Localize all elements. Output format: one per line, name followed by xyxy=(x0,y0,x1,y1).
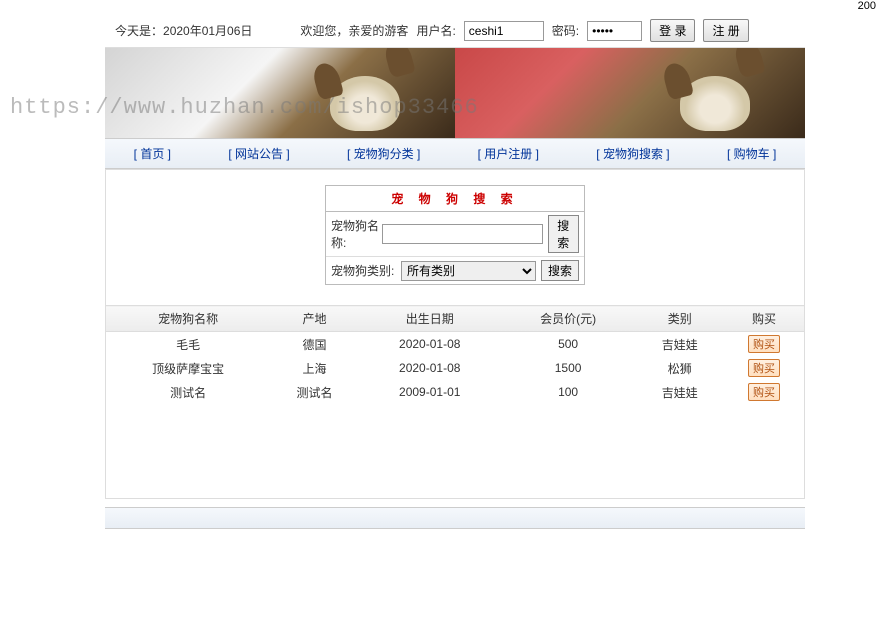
search-name-input[interactable] xyxy=(382,224,543,244)
footer-bar xyxy=(105,507,805,529)
td-birth: 2020-01-08 xyxy=(359,356,501,380)
nav-bar: [ 首页 ] [ 网站公告 ] [ 宠物狗分类 ] [ 用户注册 ] [ 宠物狗… xyxy=(105,138,805,169)
password-label: 密码: xyxy=(552,22,579,39)
banner-right-image xyxy=(455,48,805,138)
td-birth: 2009-01-01 xyxy=(359,380,501,404)
login-button[interactable]: 登 录 xyxy=(650,19,695,42)
td-price: 1500 xyxy=(501,356,636,380)
td-origin: 上海 xyxy=(270,356,358,380)
td-buy: 购买 xyxy=(724,332,804,357)
dog-image-left xyxy=(305,58,425,138)
td-buy: 购买 xyxy=(724,356,804,380)
dog-image-right xyxy=(655,58,775,138)
table-header-row: 宠物狗名称 产地 出生日期 会员价(元) 类别 购买 xyxy=(106,306,804,332)
td-name: 顶级萨摩宝宝 xyxy=(106,356,270,380)
buy-button[interactable]: 购买 xyxy=(748,359,780,377)
username-input[interactable] xyxy=(464,21,544,41)
search-box: 宠 物 狗 搜 索 宠物狗名称: 搜索 宠物狗类别: 所有类别 搜索 xyxy=(325,185,585,285)
search-name-label: 宠物狗名称: xyxy=(331,217,382,251)
td-category: 吉娃娃 xyxy=(635,332,723,357)
td-buy: 购买 xyxy=(724,380,804,404)
content-area: 宠 物 狗 搜 索 宠物狗名称: 搜索 宠物狗类别: 所有类别 搜索 宠物狗名称… xyxy=(105,169,805,499)
nav-search[interactable]: [ 宠物狗搜索 ] xyxy=(596,145,669,162)
date-label: 今天是： xyxy=(115,24,163,38)
nav-announcements[interactable]: [ 网站公告 ] xyxy=(228,145,289,162)
td-name: 测试名 xyxy=(106,380,270,404)
td-origin: 测试名 xyxy=(270,380,358,404)
search-type-select[interactable]: 所有类别 xyxy=(401,261,536,281)
results-table: 宠物狗名称 产地 出生日期 会员价(元) 类别 购买 毛毛德国2020-01-0… xyxy=(106,305,804,404)
td-category: 吉娃娃 xyxy=(635,380,723,404)
td-price: 500 xyxy=(501,332,636,357)
password-input[interactable] xyxy=(587,21,642,41)
nav-home[interactable]: [ 首页 ] xyxy=(134,145,171,162)
td-birth: 2020-01-08 xyxy=(359,332,501,357)
th-birth: 出生日期 xyxy=(359,306,501,332)
th-origin: 产地 xyxy=(270,306,358,332)
td-name: 毛毛 xyxy=(106,332,270,357)
search-title: 宠 物 狗 搜 索 xyxy=(326,186,584,212)
banner xyxy=(105,48,805,138)
td-price: 100 xyxy=(501,380,636,404)
td-category: 松狮 xyxy=(635,356,723,380)
username-label: 用户名: xyxy=(416,22,455,39)
main-container: 今天是：2020年01月06日 欢迎您，亲爱的游客 用户名: 密码: 登 录 注… xyxy=(105,14,805,529)
search-row-type: 宠物狗类别: 所有类别 搜索 xyxy=(326,257,584,284)
search-row-name: 宠物狗名称: 搜索 xyxy=(326,212,584,257)
welcome-text: 欢迎您，亲爱的游客 xyxy=(300,22,408,39)
search-type-label: 宠物狗类别: xyxy=(331,262,401,279)
buy-button[interactable]: 购买 xyxy=(748,383,780,401)
nav-cart[interactable]: [ 购物车 ] xyxy=(727,145,776,162)
search-type-button[interactable]: 搜索 xyxy=(541,260,579,281)
table-row: 毛毛德国2020-01-08500吉娃娃 购买 xyxy=(106,332,804,357)
register-button[interactable]: 注 册 xyxy=(703,19,748,42)
nav-categories[interactable]: [ 宠物狗分类 ] xyxy=(347,145,420,162)
buy-button[interactable]: 购买 xyxy=(748,335,780,353)
th-price: 会员价(元) xyxy=(501,306,636,332)
date-value: 2020年01月06日 xyxy=(163,24,252,38)
table-row: 测试名测试名2009-01-01100吉娃娃购买 xyxy=(106,380,804,404)
header-bar: 今天是：2020年01月06日 欢迎您，亲爱的游客 用户名: 密码: 登 录 注… xyxy=(105,14,805,48)
th-buy: 购买 xyxy=(724,306,804,332)
banner-left-image xyxy=(105,48,455,138)
td-origin: 德国 xyxy=(270,332,358,357)
date-section: 今天是：2020年01月06日 xyxy=(115,22,252,39)
search-name-button[interactable]: 搜索 xyxy=(548,215,579,253)
th-name: 宠物狗名称 xyxy=(106,306,270,332)
table-row: 顶级萨摩宝宝上海2020-01-081500松狮 购买 xyxy=(106,356,804,380)
page-top-text: 200 xyxy=(858,0,876,12)
th-category: 类别 xyxy=(635,306,723,332)
nav-register[interactable]: [ 用户注册 ] xyxy=(478,145,539,162)
